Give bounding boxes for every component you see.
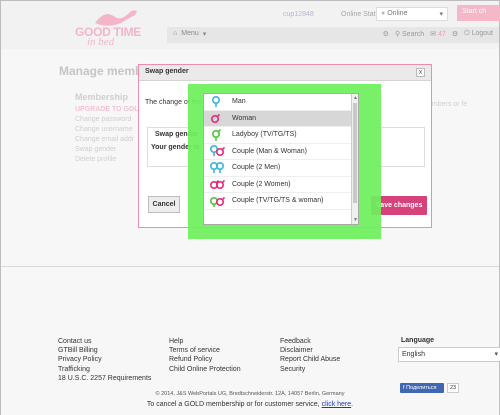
gender-option-label: Man xyxy=(232,98,246,106)
dialog-title: Swap gender xyxy=(139,65,431,81)
language-label: Language xyxy=(401,337,435,344)
gender-option-label: Couple (2 Women) xyxy=(232,180,291,188)
gender-option[interactable]: Couple (Man & Woman) xyxy=(204,143,358,160)
cancel-membership-note: To cancel a GOLD membership or for custo… xyxy=(1,401,499,408)
logout-label: Logout xyxy=(471,30,493,37)
footer-col-2: Help Terms of service Refund Policy Chil… xyxy=(169,337,241,374)
footer-col-1: Contact us GTBill Billing Privacy Policy… xyxy=(58,337,151,383)
language-value: English xyxy=(402,351,425,358)
search-icon[interactable]: ⚲ Search xyxy=(395,30,424,38)
gender-option[interactable]: Ladyboy (TV/TG/TS) xyxy=(204,127,358,144)
footer-link-privacy[interactable]: Privacy Policy xyxy=(58,355,151,364)
footer-link-feedback[interactable]: Feedback xyxy=(280,337,340,346)
gender-option-label: Couple (Man & Woman) xyxy=(232,147,307,155)
sidebar-item-swap-gender[interactable]: Swap gender xyxy=(75,145,144,155)
footer-link-terms[interactable]: Terms of service xyxy=(169,346,241,355)
scrollbar-thumb[interactable] xyxy=(353,103,357,203)
gender-option-label: Couple (2 Men) xyxy=(232,164,281,172)
copyright-text: © 2014, J&S WebPortals UG, Bredtschneide… xyxy=(155,391,345,397)
couple-two-men-icon xyxy=(204,160,232,176)
couple-two-women-icon xyxy=(204,176,232,192)
sidebar-item-upgrade[interactable]: UPGRADE TO GOLD xyxy=(75,105,144,115)
home-icon: ⌂ xyxy=(173,30,178,37)
cancel-note-prefix: To cancel a GOLD membership or for custo… xyxy=(146,401,320,408)
sidebar-item-change-username[interactable]: Change username xyxy=(75,125,144,135)
menu-button[interactable]: ⌂ Menu ▾ xyxy=(167,27,212,43)
footer-link-report-abuse[interactable]: Report Child Abuse xyxy=(280,355,340,364)
sidebar-heading: Membership xyxy=(75,92,129,102)
scroll-down-icon[interactable]: ▼ xyxy=(353,217,358,223)
start-chat-button[interactable]: Start ch xyxy=(457,5,500,21)
online-status-value: Online xyxy=(387,10,408,17)
gear-icon[interactable]: ⚙ xyxy=(452,30,458,38)
gender-option[interactable]: Man xyxy=(204,94,358,111)
background-note: embers or fe xyxy=(428,101,468,108)
gender-option[interactable]: Couple (2 Women) xyxy=(204,176,358,193)
gender-dropdown-list[interactable]: Man Woman Ladyboy (TV/TG/TS) Couple (Man & … xyxy=(203,93,359,225)
footer-link-2257[interactable]: 18 U.S.C. 2257 Requirements xyxy=(58,374,151,383)
messages-icon[interactable]: ✉ 47 xyxy=(430,30,446,38)
settings-small-icon[interactable]: ⚙ xyxy=(383,30,389,38)
click-here-link[interactable]: click here xyxy=(322,401,352,408)
cancel-button[interactable]: Cancel xyxy=(148,196,180,213)
dropdown-scrollbar[interactable]: ▲ ▼ xyxy=(351,94,358,224)
menu-label: Menu xyxy=(181,30,199,37)
footer-link-child-protection[interactable]: Child Online Protection xyxy=(169,365,241,374)
couple-ladyboy-woman-icon xyxy=(204,193,232,209)
gender-option[interactable]: Woman xyxy=(204,110,358,127)
scroll-up-icon[interactable]: ▲ xyxy=(353,95,358,101)
sidebar-item-change-email[interactable]: Change email addr xyxy=(75,135,144,145)
footer-link-trafficking[interactable]: Trafficking xyxy=(58,365,151,374)
site-logo[interactable]: GOOD TIME in bed xyxy=(65,3,165,48)
footer-link-gtbill[interactable]: GTBill Billing xyxy=(58,346,151,355)
footer-link-refund[interactable]: Refund Policy xyxy=(169,355,241,364)
language-select[interactable]: English ▾ xyxy=(398,347,500,362)
footer-link-security[interactable]: Security xyxy=(280,365,340,374)
online-status-select[interactable]: ● Online ▾ xyxy=(376,7,448,21)
chevron-down-icon: ▾ xyxy=(439,11,443,18)
sidebar-item-delete-profile[interactable]: Delete profile xyxy=(75,155,144,165)
footer-link-help[interactable]: Help xyxy=(169,337,241,346)
username-link[interactable]: cup12848 xyxy=(283,11,314,18)
chevron-down-icon: ▾ xyxy=(494,351,498,358)
membership-sidebar: Membership UPGRADE TO GOLD Change passwo… xyxy=(75,92,144,165)
gender-option-label: Ladyboy (TV/TG/TS) xyxy=(232,131,297,139)
logo-figure-icon xyxy=(95,10,137,26)
couple-man-woman-icon xyxy=(204,143,232,159)
top-header: GOOD TIME in bed cup12848 Online Status … xyxy=(1,1,500,49)
gender-option[interactable]: Couple (TV/TG/TS & woman) xyxy=(204,193,358,210)
user-icon: ● xyxy=(381,10,386,17)
nav-actions: ⚙ ⚲ Search ✉ 47 ⚙ ⏻ Logout xyxy=(383,30,493,38)
logout-button[interactable]: ⏻ Logout xyxy=(464,30,493,38)
cancel-note-suffix: . xyxy=(351,401,354,408)
footer-col-3: Feedback Disclaimer Report Child Abuse S… xyxy=(280,337,340,374)
gender-option-label: Woman xyxy=(232,114,256,122)
female-symbol-icon xyxy=(204,110,232,126)
footer: Contact us GTBill Billing Privacy Policy… xyxy=(1,267,500,415)
male-symbol-icon xyxy=(204,94,232,110)
sidebar-item-change-password[interactable]: Change password xyxy=(75,115,144,125)
nav-bar: ⌂ Menu ▾ ⚙ ⚲ Search ✉ 47 ⚙ ⏻ Logout xyxy=(167,27,499,43)
footer-link-disclaimer[interactable]: Disclaimer xyxy=(280,346,340,355)
search-label: Search xyxy=(402,31,425,38)
chevron-down-icon: ▾ xyxy=(202,31,207,38)
notification-count: 47 xyxy=(438,31,446,38)
logo-text-sub: in bed xyxy=(87,36,115,48)
close-icon[interactable]: x xyxy=(416,68,425,77)
page-title: Manage memb xyxy=(59,64,143,78)
footer-link-contact[interactable]: Contact us xyxy=(58,337,151,346)
gender-option[interactable]: Couple (2 Men) xyxy=(204,160,358,177)
gender-option-label: Couple (TV/TG/TS & woman) xyxy=(232,197,324,205)
ladyboy-symbol-icon xyxy=(204,127,232,143)
